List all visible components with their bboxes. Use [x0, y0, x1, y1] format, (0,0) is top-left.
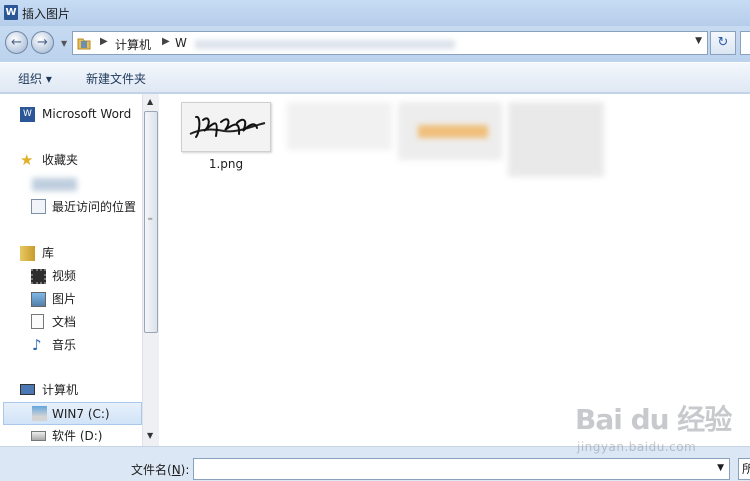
drive-c-label: WIN7 (C:)	[52, 407, 110, 421]
sidebar-item-drive-c[interactable]: WIN7 (C:)	[3, 402, 142, 425]
library-icon	[20, 246, 35, 261]
new-folder-button[interactable]: 新建文件夹	[86, 70, 146, 87]
documents-icon	[31, 314, 44, 329]
grip-icon: ═	[148, 215, 153, 223]
baidu-watermark: Bai du 经验 jingyan.baidu.com	[575, 398, 745, 470]
sidebar-recent-label: 最近访问的位置	[52, 200, 137, 214]
scroll-thumb[interactable]: ═	[144, 111, 158, 333]
refresh-icon: ↻	[717, 35, 729, 50]
dialog-title: 插入图片	[22, 7, 71, 21]
redacted-file-detail	[418, 125, 488, 138]
address-current-segment[interactable]: W	[175, 36, 187, 50]
redacted-favorite	[32, 178, 77, 191]
address-separator-icon: ▶	[162, 36, 170, 47]
sidebar-favorites-label: 收藏夹	[42, 153, 79, 167]
sidebar-computer-label: 计算机	[42, 383, 79, 397]
refresh-button[interactable]: ↻	[710, 31, 736, 55]
scroll-down-icon[interactable]: ▼	[147, 431, 153, 440]
forward-button[interactable]: →	[31, 31, 54, 54]
title-bar: W 插入图片	[0, 0, 750, 26]
drive-icon	[31, 431, 46, 441]
history-dropdown-icon[interactable]: ▼	[61, 39, 67, 48]
forward-icon: →	[37, 35, 48, 50]
word-icon: W	[20, 107, 35, 122]
redacted-address	[195, 40, 455, 49]
organize-button[interactable]: 组织 ▾	[18, 70, 52, 87]
scroll-up-icon[interactable]: ▲	[147, 97, 153, 106]
insert-picture-dialog: W 插入图片 ← → ▼ ▶ 计算机 ▶ W ▼ ↻ 组织 ▾ 新建文件夹 W …	[0, 0, 750, 481]
drive-d-label: 软件 (D:)	[52, 429, 103, 443]
file-name[interactable]: 1.png	[181, 157, 271, 171]
command-bar: 组织 ▾ 新建文件夹	[0, 62, 750, 93]
sidebar-video-label: 视频	[52, 269, 77, 283]
folder-icon	[77, 38, 91, 50]
navigation-pane: W Microsoft Word ★ 收藏夹 最近访问的位置 库 视频 图片 文…	[0, 94, 160, 446]
redacted-file-1	[287, 102, 392, 150]
sidebar-pictures-label: 图片	[52, 292, 77, 306]
address-bar[interactable]: ▶ 计算机 ▶ W ▼	[72, 31, 708, 55]
sidebar-word-label: Microsoft Word	[42, 107, 132, 121]
back-button[interactable]: ←	[5, 31, 28, 54]
word-app-icon: W	[4, 5, 18, 20]
watermark-url: jingyan.baidu.com	[577, 440, 697, 454]
star-icon: ★	[20, 151, 34, 169]
recent-places-icon	[31, 199, 46, 214]
file-list: 1.png	[160, 94, 750, 446]
navigation-row: ← → ▼ ▶ 计算机 ▶ W ▼ ↻	[0, 28, 750, 58]
sidebar-documents-label: 文档	[52, 315, 77, 329]
music-icon: ♪	[32, 336, 42, 354]
computer-icon	[20, 384, 35, 395]
video-icon	[31, 269, 46, 284]
watermark-title: Bai du 经验	[575, 403, 732, 436]
sidebar-music-label: 音乐	[52, 338, 77, 352]
address-computer[interactable]: 计算机	[115, 36, 151, 53]
windows-drive-icon	[32, 406, 47, 421]
sidebar-library-label: 库	[42, 246, 55, 260]
file-thumbnail[interactable]	[181, 102, 271, 152]
address-dropdown-icon[interactable]: ▼	[695, 36, 702, 46]
signature-image	[182, 103, 270, 151]
address-separator-icon: ▶	[100, 36, 108, 47]
redacted-file-3	[508, 102, 604, 177]
back-icon: ←	[11, 35, 22, 50]
file-name-label: 文件名(N):	[131, 463, 190, 477]
navigation-scrollbar[interactable]: ▲ ═ ▼	[142, 94, 159, 446]
pictures-icon	[31, 292, 46, 307]
search-box[interactable]	[740, 31, 750, 55]
